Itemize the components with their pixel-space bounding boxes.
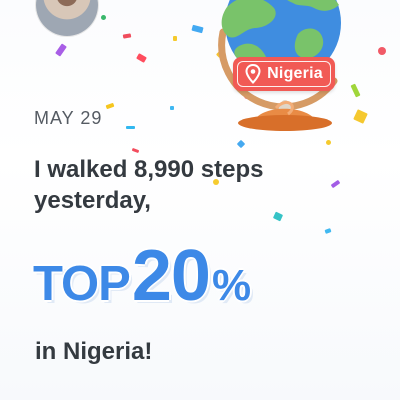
confetti-piece <box>126 126 135 129</box>
confetti-piece <box>378 47 386 55</box>
confetti-piece <box>173 36 177 41</box>
confetti-piece <box>101 15 106 20</box>
rank-highlight: TOP 20 % <box>33 236 251 322</box>
location-line: in Nigeria! <box>35 338 153 365</box>
date-label: MAY 29 <box>34 108 103 128</box>
rank-value: 20 <box>131 236 211 316</box>
confetti-piece <box>170 106 174 110</box>
location-tag: Nigeria <box>233 57 335 91</box>
map-pin-icon <box>245 64 261 84</box>
steps-headline: I walked 8,990 steps yesterday, <box>34 156 264 214</box>
rank-unit: % <box>211 261 251 310</box>
location-label: Nigeria <box>267 65 323 82</box>
rank-prefix: TOP <box>33 257 131 311</box>
